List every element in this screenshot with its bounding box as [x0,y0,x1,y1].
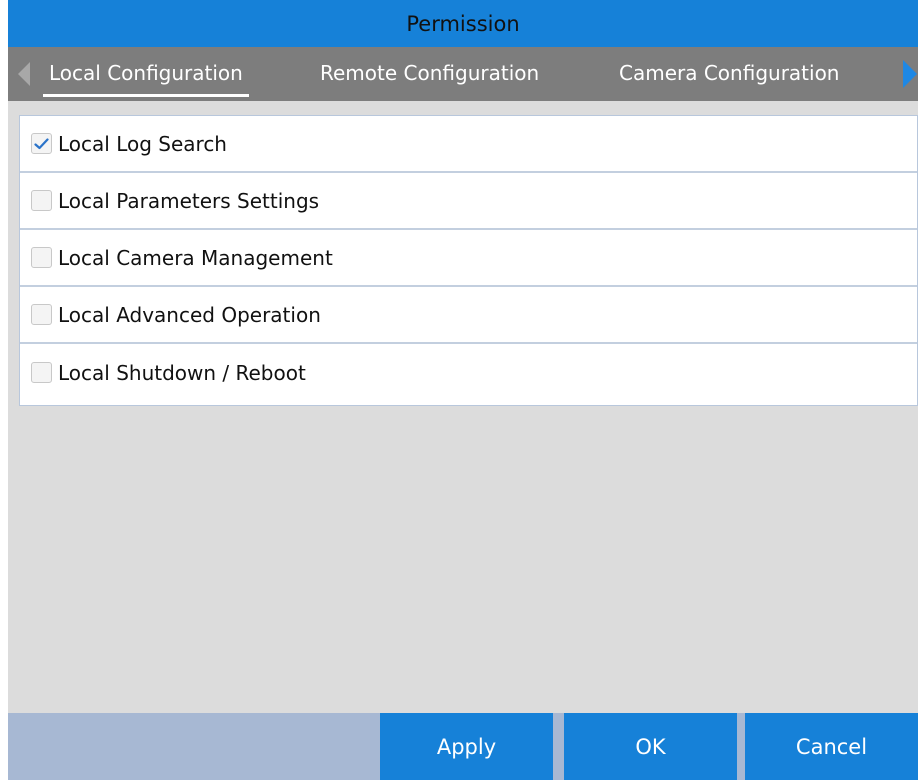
permission-row-local-shutdown-reboot[interactable]: Local Shutdown / Reboot [20,344,917,401]
chevron-right-icon[interactable] [903,60,917,88]
tab-bar: Local Configuration Remote Configuration… [8,47,918,101]
tab-local-configuration[interactable]: Local Configuration [43,47,249,101]
checkbox-local-advanced-operation[interactable] [31,304,52,325]
checkbox-local-shutdown-reboot[interactable] [31,362,52,383]
permission-label: Local Parameters Settings [58,188,320,213]
permission-label: Local Advanced Operation [58,302,321,327]
permission-row-local-advanced-operation[interactable]: Local Advanced Operation [20,287,917,344]
permission-dialog: Permission Local Configuration Remote Co… [8,0,918,780]
dialog-title: Permission [8,0,918,47]
tab-remote-configuration[interactable]: Remote Configuration [320,47,539,101]
checkbox-local-camera-management[interactable] [31,247,52,268]
permission-label: Local Shutdown / Reboot [58,360,306,385]
chevron-left-icon[interactable] [18,62,30,86]
permission-row-local-log-search[interactable]: Local Log Search [20,116,917,173]
ok-button[interactable]: OK [564,713,737,780]
tab-camera-configuration[interactable]: Camera Configuration [619,47,839,101]
checkbox-local-log-search[interactable] [31,133,52,154]
apply-button[interactable]: Apply [380,713,553,780]
cancel-button[interactable]: Cancel [745,713,918,780]
checkmark-icon [34,137,49,149]
permission-list: Local Log Search Local Parameters Settin… [19,115,918,406]
permission-label: Local Log Search [58,131,227,156]
permission-label: Local Camera Management [58,245,333,270]
checkbox-local-parameters-settings[interactable] [31,190,52,211]
dialog-footer: Apply OK Cancel [8,713,918,780]
permission-row-local-parameters-settings[interactable]: Local Parameters Settings [20,173,917,230]
permission-row-local-camera-management[interactable]: Local Camera Management [20,230,917,287]
